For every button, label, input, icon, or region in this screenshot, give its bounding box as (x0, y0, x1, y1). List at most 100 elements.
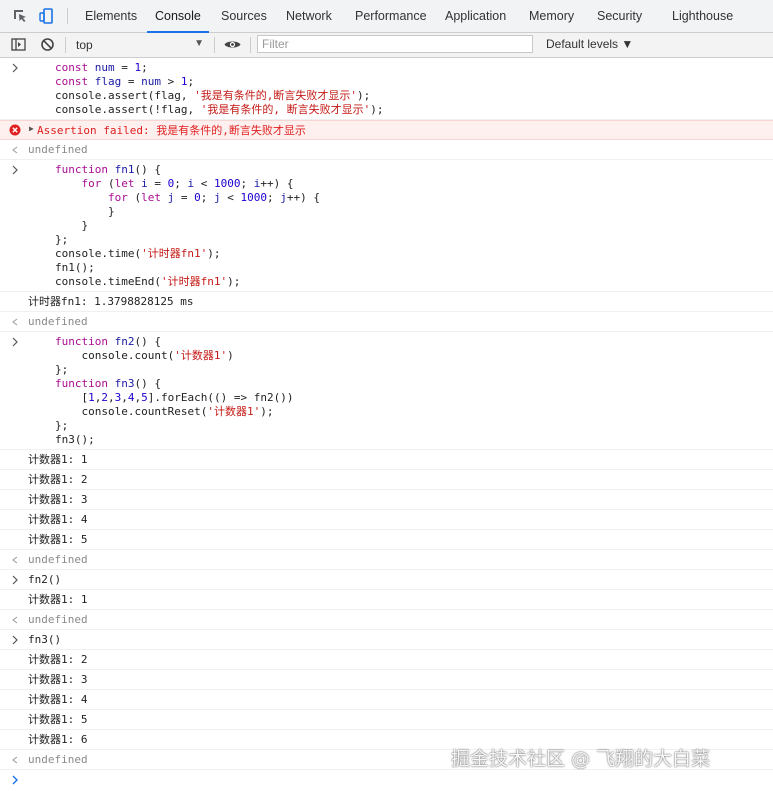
undefined-result: undefined (28, 613, 88, 626)
assertion-error-row[interactable]: ▶ Assertion failed: 我是有条件的,断言失败才显示 (0, 120, 773, 140)
context-label: top (76, 38, 93, 52)
code-line: console.countReset('计数器1'); (55, 405, 274, 418)
log-output-row: 计数器1: 5 (0, 710, 773, 730)
toolbar-divider (214, 37, 215, 53)
code-line: console.timeEnd('计时器fn1'); (55, 275, 241, 288)
tab-lighthouse[interactable]: Lighthouse (672, 0, 733, 32)
count-output: 计数器1: 6 (28, 733, 88, 746)
tab-application[interactable]: Application (445, 0, 506, 32)
code-line: console.assert(!flag, '我是有条件的, 断言失败才显示')… (55, 103, 384, 116)
console-messages: const num = 1; const flag = num > 1; con… (0, 58, 773, 790)
inspect-element-icon[interactable] (11, 7, 29, 25)
log-output-row: 计数器1: 1 (0, 450, 773, 470)
code-line: function fn3() { (55, 377, 161, 390)
device-toolbar-icon[interactable] (38, 7, 56, 25)
console-input-entry: fn2() (0, 570, 773, 590)
log-output-row: 计数器1: 4 (0, 510, 773, 530)
sidebar-toggle-icon[interactable] (10, 36, 27, 53)
chevron-down-icon: ▼ (194, 38, 204, 49)
tab-bar-divider (67, 8, 68, 24)
live-expression-eye-icon[interactable] (223, 36, 242, 53)
log-output-row: 计数器1: 1 (0, 590, 773, 610)
code-line: fn3(); (55, 433, 95, 446)
toolbar-divider (250, 37, 251, 53)
tab-sources[interactable]: Sources (221, 0, 267, 32)
undefined-result: undefined (28, 753, 88, 766)
prompt-chevron-icon (12, 635, 18, 645)
execution-context-select[interactable]: top ▼ (70, 35, 210, 55)
tab-network[interactable]: Network (286, 0, 332, 32)
count-output: 计数器1: 1 (28, 453, 88, 466)
devtools-tab-bar: Elements Console Sources Network Perform… (0, 0, 773, 33)
undefined-result: undefined (28, 143, 88, 156)
tab-performance[interactable]: Performance (355, 0, 427, 32)
log-output-row: 计数器1: 5 (0, 530, 773, 550)
result-arrow-icon (12, 556, 18, 564)
prompt-chevron-icon (12, 775, 18, 785)
code-line: const flag = num > 1; (55, 75, 195, 88)
code-line: console.time('计时器fn1'); (55, 247, 221, 260)
console-input-entry: function fn1() { for (let i = 0; i < 100… (0, 160, 773, 292)
prompt-chevron-icon (12, 63, 18, 73)
watermark: 掘金技术社区 @ 飞翔的大白菜 (451, 748, 711, 770)
command-text: fn2() (28, 573, 62, 586)
code-line: } (55, 205, 115, 218)
count-output: 计数器1: 4 (28, 693, 88, 706)
result-arrow-icon (12, 318, 18, 326)
log-output-row: 计时器fn1: 1.3798828125 ms (0, 292, 773, 312)
return-value-row: undefined (0, 610, 773, 630)
code-line: console.count('计数器1') (55, 349, 234, 362)
code-line: function fn1() { (55, 163, 161, 176)
count-output: 计数器1: 3 (28, 493, 88, 506)
prompt-chevron-icon (12, 165, 18, 175)
prompt-chevron-icon (12, 337, 18, 347)
log-output-row: 计数器1: 3 (0, 490, 773, 510)
count-output: 计数器1: 5 (28, 713, 88, 726)
timer-output: 计时器fn1: 1.3798828125 ms (28, 295, 194, 308)
result-arrow-icon (12, 756, 18, 764)
log-output-row: 计数器1: 2 (0, 650, 773, 670)
prompt-chevron-icon (12, 575, 18, 585)
code-line: [1,2,3,4,5].forEach(() => fn2()) (55, 391, 294, 404)
tab-security[interactable]: Security (597, 0, 642, 32)
return-value-row: undefined (0, 140, 773, 160)
console-toolbar: top ▼ Default levels ▼ (0, 33, 773, 58)
return-value-row: undefined (0, 312, 773, 332)
console-input-entry: function fn2() { console.count('计数器1') }… (0, 332, 773, 450)
count-output: 计数器1: 4 (28, 513, 88, 526)
assertion-message: Assertion failed: 我是有条件的,断言失败才显示 (37, 124, 306, 137)
console-prompt[interactable] (0, 770, 773, 790)
clear-console-icon[interactable] (39, 36, 56, 53)
count-output: 计数器1: 2 (28, 653, 88, 666)
code-line: for (let i = 0; i < 1000; i++) { (81, 177, 294, 190)
return-value-row: undefined (0, 550, 773, 570)
log-output-row: 计数器1: 3 (0, 670, 773, 690)
filter-input[interactable] (257, 35, 533, 53)
error-icon (9, 124, 21, 136)
count-output: 计数器1: 5 (28, 533, 88, 546)
code-line: console.assert(flag, '我是有条件的,断言失败才显示'); (55, 89, 371, 102)
code-line: }; (55, 233, 69, 246)
console-input-entry: fn3() (0, 630, 773, 650)
undefined-result: undefined (28, 553, 88, 566)
code-line: }; (55, 363, 69, 376)
tab-elements[interactable]: Elements (85, 0, 137, 32)
log-output-row: 计数器1: 4 (0, 690, 773, 710)
log-output-row: 计数器1: 2 (0, 470, 773, 490)
code-line: const num = 1; (55, 61, 148, 74)
command-text: fn3() (28, 633, 62, 646)
tab-console[interactable]: Console (147, 0, 209, 33)
toolbar-divider (65, 37, 66, 53)
count-output: 计数器1: 2 (28, 473, 88, 486)
result-arrow-icon (12, 616, 18, 624)
undefined-result: undefined (28, 315, 88, 328)
expand-triangle-icon[interactable]: ▶ (29, 124, 34, 133)
code-line: fn1(); (55, 261, 95, 274)
count-output: 计数器1: 3 (28, 673, 88, 686)
tab-memory[interactable]: Memory (529, 0, 574, 32)
result-arrow-icon (12, 146, 18, 154)
code-line: } (55, 219, 89, 232)
log-levels-dropdown[interactable]: Default levels ▼ (546, 37, 633, 51)
code-line: function fn2() { (55, 335, 161, 348)
code-line: }; (55, 419, 69, 432)
